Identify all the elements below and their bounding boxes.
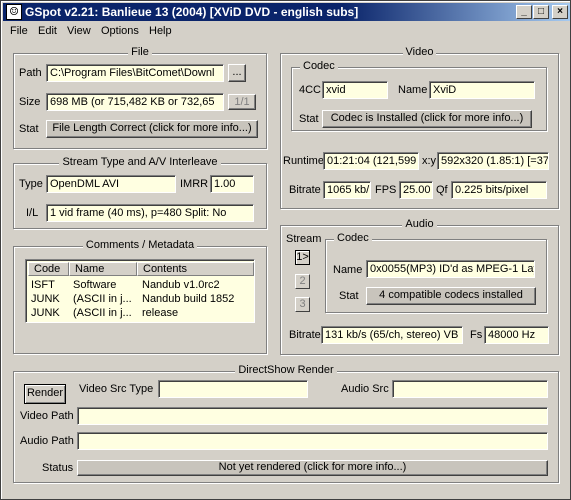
audio-stat-button[interactable]: 4 compatible codecs installed bbox=[366, 287, 536, 305]
audio-stat-label: Stat bbox=[339, 290, 359, 302]
file-stat-label: Stat bbox=[19, 123, 39, 135]
menu-options[interactable]: Options bbox=[101, 25, 139, 37]
fs-label: Fs bbox=[470, 329, 483, 341]
row-2-name[interactable]: (ASCII in j... bbox=[73, 293, 135, 305]
video-codec-title: Codec bbox=[300, 60, 338, 72]
stream-type-group-title: Stream Type and A/V Interleave bbox=[59, 156, 221, 168]
maximize-button[interactable]: □ bbox=[533, 5, 549, 19]
column-header-contents[interactable]: Contents bbox=[137, 262, 254, 276]
size-label: Size bbox=[19, 96, 41, 108]
runtime-field[interactable]: 01:21:04 (121,599 bbox=[323, 152, 419, 170]
menu-edit[interactable]: Edit bbox=[38, 25, 57, 37]
row-1-contents[interactable]: Nandub v1.0rc2 bbox=[142, 279, 254, 291]
close-button[interactable]: × bbox=[552, 5, 568, 19]
video-path-label: Video Path bbox=[20, 410, 74, 422]
minimize-button[interactable]: _ bbox=[516, 5, 532, 19]
row-3-name[interactable]: (ASCII in j... bbox=[73, 307, 135, 319]
row-3-contents[interactable]: release bbox=[142, 307, 254, 319]
comments-group: Comments / Metadata Code Name Contents I… bbox=[13, 239, 267, 354]
row-1-name[interactable]: Software bbox=[73, 279, 135, 291]
video-src-type-field[interactable] bbox=[158, 380, 308, 398]
il-field[interactable]: 1 vid frame (40 ms), p=480 Split: No bbox=[46, 204, 254, 222]
video-name-label: Name bbox=[398, 84, 428, 96]
audio-bitrate-field[interactable]: 131 kb/s (65/ch, stereo) VB bbox=[321, 326, 463, 344]
audio-codec-title: Codec bbox=[334, 232, 372, 244]
audio-src-label: Audio Src bbox=[341, 383, 389, 395]
video-bitrate-label: Bitrate bbox=[289, 184, 321, 196]
row-1-code[interactable]: ISFT bbox=[31, 279, 69, 291]
menu-bar: File Edit View Options Help bbox=[3, 23, 570, 41]
window-title: GSpot v2.21: Banlieue 13 (2004) [XViD DV… bbox=[25, 5, 359, 19]
xy-label: x:y bbox=[422, 155, 437, 167]
comments-list[interactable]: Code Name Contents ISFT Software Nandub … bbox=[25, 259, 255, 323]
audio-src-field[interactable] bbox=[392, 380, 548, 398]
audio-bitrate-label: Bitrate bbox=[289, 329, 321, 341]
file-group: File Path C:\Program Files\BitComet\Down… bbox=[13, 46, 267, 149]
video-stat-button[interactable]: Codec is Installed (click for more info.… bbox=[322, 110, 532, 128]
row-3-code[interactable]: JUNK bbox=[31, 307, 69, 319]
column-header-code[interactable]: Code bbox=[28, 262, 69, 276]
path-field[interactable]: C:\Program Files\BitComet\Downl bbox=[46, 64, 224, 82]
xy-field[interactable]: 592x320 (1.85:1) [=37 bbox=[437, 152, 549, 170]
directshow-render-group: DirectShow Render Render Video Src Type … bbox=[13, 364, 559, 483]
file-part-button[interactable]: 1/1 bbox=[228, 94, 256, 110]
app-icon[interactable]: ☺ bbox=[6, 4, 22, 20]
audio-group-title: Audio bbox=[402, 218, 437, 230]
menu-help[interactable]: Help bbox=[149, 25, 172, 37]
comments-group-title: Comments / Metadata bbox=[82, 239, 198, 251]
audio-name-label: Name bbox=[333, 264, 363, 276]
audio-path-field[interactable] bbox=[77, 432, 548, 450]
path-label: Path bbox=[19, 67, 42, 79]
imrr-label: IMRR bbox=[180, 178, 209, 190]
render-group-title: DirectShow Render bbox=[235, 364, 337, 376]
video-group-title: Video bbox=[402, 46, 437, 58]
imrr-field[interactable]: 1.00 bbox=[210, 175, 254, 193]
video-src-type-label: Video Src Type bbox=[79, 383, 154, 395]
fs-field[interactable]: 48000 Hz bbox=[484, 326, 549, 344]
menu-file[interactable]: File bbox=[10, 25, 28, 37]
video-name-field[interactable]: XviD bbox=[429, 81, 535, 99]
audio-stream-2-button[interactable]: 2 bbox=[295, 274, 310, 289]
il-label: I/L bbox=[26, 207, 39, 219]
column-header-name[interactable]: Name bbox=[69, 262, 137, 276]
size-field[interactable]: 698 MB (or 715,482 KB or 732,65 bbox=[46, 93, 224, 111]
qf-field[interactable]: 0.225 bits/pixel bbox=[451, 181, 547, 199]
render-status-label: Status bbox=[42, 462, 74, 474]
video-stat-label: Stat bbox=[299, 113, 319, 125]
render-status-button[interactable]: Not yet rendered (click for more info...… bbox=[77, 460, 548, 476]
browse-button[interactable]: ... bbox=[228, 64, 246, 82]
render-button[interactable]: Render bbox=[24, 384, 66, 404]
file-stat-button[interactable]: File Length Correct (click for more info… bbox=[46, 120, 258, 138]
row-2-code[interactable]: JUNK bbox=[31, 293, 69, 305]
audio-path-label: Audio Path bbox=[20, 435, 74, 447]
menu-view[interactable]: View bbox=[67, 25, 91, 37]
title-bar[interactable]: ☺ GSpot v2.21: Banlieue 13 (2004) [XViD … bbox=[3, 3, 570, 21]
file-group-title: File bbox=[128, 46, 152, 58]
gspot-window: ☺ GSpot v2.21: Banlieue 13 (2004) [XViD … bbox=[0, 0, 571, 500]
audio-stream-3-button[interactable]: 3 bbox=[295, 297, 310, 312]
row-2-contents[interactable]: Nandub build 1852 bbox=[142, 293, 254, 305]
audio-name-field[interactable]: 0x0055(MP3) ID'd as MPEG-1 Lay bbox=[366, 260, 535, 278]
video-bitrate-field[interactable]: 1065 kb/ bbox=[323, 181, 371, 199]
runtime-label: Runtime bbox=[283, 155, 324, 167]
fourcc-field[interactable]: xvid bbox=[322, 81, 388, 99]
type-field[interactable]: OpenDML AVI bbox=[46, 175, 176, 193]
video-path-field[interactable] bbox=[77, 407, 548, 425]
audio-stream-1-button[interactable]: 1> bbox=[295, 250, 310, 265]
type-label: Type bbox=[19, 178, 43, 190]
video-group: Video Codec 4CC xvid Name XviD Stat Code… bbox=[280, 46, 559, 209]
qf-label: Qf bbox=[436, 184, 448, 196]
fps-field[interactable]: 25.00 bbox=[399, 181, 433, 199]
stream-label: Stream bbox=[286, 233, 322, 245]
audio-group: Audio Stream 1> 2 3 Codec Name 0x0055(MP… bbox=[280, 218, 559, 355]
fps-label: FPS bbox=[375, 184, 397, 196]
fourcc-label: 4CC bbox=[299, 84, 322, 96]
stream-type-group: Stream Type and A/V Interleave Type Open… bbox=[13, 156, 267, 229]
